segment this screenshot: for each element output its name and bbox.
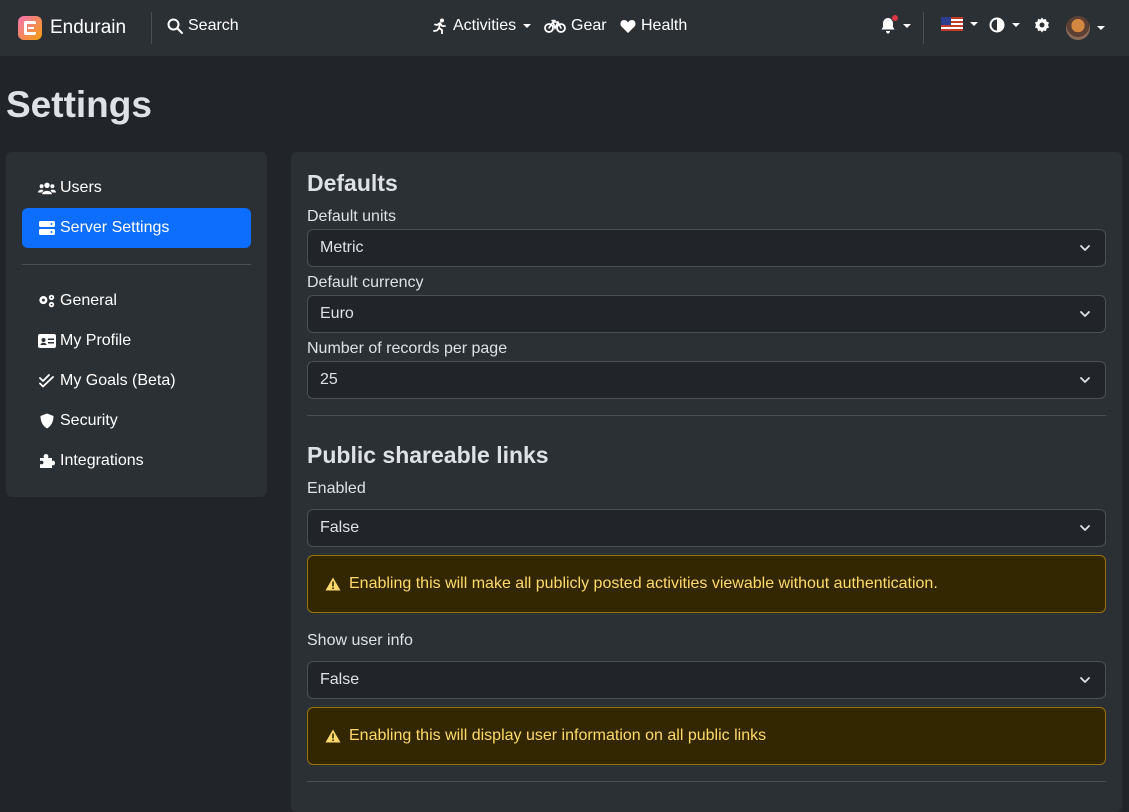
puzzle-icon (38, 453, 56, 469)
brand-link[interactable]: Endurain (18, 16, 126, 40)
chevron-down-icon (1012, 23, 1020, 27)
sidebar-item-integrations[interactable]: Integrations (22, 441, 251, 481)
warning-icon (325, 577, 341, 591)
bicycle-icon (544, 19, 566, 33)
defaults-heading: Defaults (307, 170, 398, 196)
users-icon (38, 181, 56, 195)
default-units-value: Metric (320, 239, 364, 256)
settings-sidebar: Users Server Settings General My Profile… (6, 152, 267, 497)
search-button[interactable]: Search (167, 17, 239, 35)
server-settings-panel: Defaults Default units Metric Default cu… (291, 152, 1122, 812)
gears-icon (38, 293, 56, 309)
sidebar-item-label: Integrations (60, 452, 144, 469)
warning-icon (325, 729, 341, 743)
sidebar-item-label: Server Settings (60, 219, 170, 236)
records-per-page-value: 25 (320, 371, 338, 388)
show-user-info-select[interactable]: False (307, 661, 1106, 699)
public-links-warning-text: Enabling this will make all publicly pos… (349, 575, 938, 592)
sidebar-item-label: Security (60, 412, 118, 429)
health-label: Health (641, 17, 688, 34)
section-divider (307, 415, 1106, 416)
check-double-icon (38, 374, 56, 388)
sidebar-item-my-profile[interactable]: My Profile (22, 321, 251, 361)
navbar-divider (151, 12, 152, 44)
heart-icon (620, 19, 636, 33)
public-links-enabled-select[interactable]: False (307, 509, 1106, 547)
section-divider (307, 781, 1106, 782)
gear-icon (1035, 17, 1049, 33)
search-label: Search (188, 17, 239, 34)
activities-dropdown[interactable]: Activities (432, 17, 532, 35)
sidebar-item-security[interactable]: Security (22, 401, 251, 441)
search-icon (167, 18, 183, 34)
gear-nav-link[interactable]: Gear (544, 17, 607, 35)
public-links-enabled-label: Enabled (307, 480, 366, 497)
sidebar-divider (22, 264, 251, 265)
sidebar-item-server-settings[interactable]: Server Settings (22, 208, 251, 248)
theme-toggle-dropdown[interactable] (989, 17, 1020, 33)
user-info-warning-text: Enabling this will display user informat… (349, 727, 767, 744)
contrast-icon (989, 17, 1005, 33)
default-units-select[interactable]: Metric (307, 229, 1106, 267)
navbar-divider (923, 12, 924, 44)
page-title: Settings (6, 84, 152, 125)
show-user-info-label: Show user info (307, 632, 413, 649)
public-links-enabled-value: False (320, 519, 360, 536)
gear-label: Gear (571, 17, 607, 34)
notification-badge (891, 14, 899, 22)
default-currency-select[interactable]: Euro (307, 295, 1106, 333)
sidebar-item-general[interactable]: General (22, 281, 251, 321)
shield-icon (38, 413, 56, 429)
default-currency-label: Default currency (307, 274, 424, 291)
records-per-page-label: Number of records per page (307, 340, 508, 357)
chevron-down-icon (970, 22, 978, 26)
endurain-logo-icon (18, 16, 42, 40)
id-card-icon (38, 334, 56, 348)
default-units-label: Default units (307, 208, 396, 225)
records-per-page-select[interactable]: 25 (307, 361, 1106, 399)
running-icon (433, 18, 446, 34)
chevron-down-icon (903, 23, 911, 28)
sidebar-item-my-goals[interactable]: My Goals (Beta) (22, 361, 251, 401)
sidebar-item-label: My Goals (Beta) (60, 372, 176, 389)
sidebar-item-users[interactable]: Users (22, 168, 251, 208)
public-links-warning-alert: Enabling this will make all publicly pos… (307, 555, 1106, 613)
sidebar-item-label: Users (60, 179, 102, 196)
public-links-heading: Public shareable links (307, 442, 549, 468)
show-user-info-value: False (320, 671, 360, 688)
user-info-warning-alert: Enabling this will display user informat… (307, 707, 1106, 765)
settings-button[interactable] (1034, 17, 1050, 33)
us-flag-icon (941, 17, 963, 31)
chevron-down-icon (1080, 525, 1090, 531)
chevron-down-icon (1097, 26, 1105, 30)
chevron-down-icon (1080, 677, 1090, 683)
server-icon (38, 221, 56, 235)
avatar (1066, 16, 1090, 40)
sidebar-item-label: My Profile (60, 332, 132, 349)
default-currency-value: Euro (320, 305, 354, 322)
sidebar-item-label: General (60, 292, 117, 309)
language-dropdown[interactable] (941, 17, 978, 31)
chevron-down-icon (1080, 245, 1090, 251)
chevron-down-icon (1080, 311, 1090, 317)
chevron-down-icon (523, 24, 532, 28)
top-navbar: Endurain Search Activities Gear Health (0, 0, 1129, 56)
user-menu-dropdown[interactable] (1066, 16, 1105, 40)
chevron-down-icon (1080, 377, 1090, 383)
brand-name: Endurain (50, 17, 127, 38)
health-nav-link[interactable]: Health (620, 17, 687, 35)
activities-label: Activities (453, 17, 517, 34)
